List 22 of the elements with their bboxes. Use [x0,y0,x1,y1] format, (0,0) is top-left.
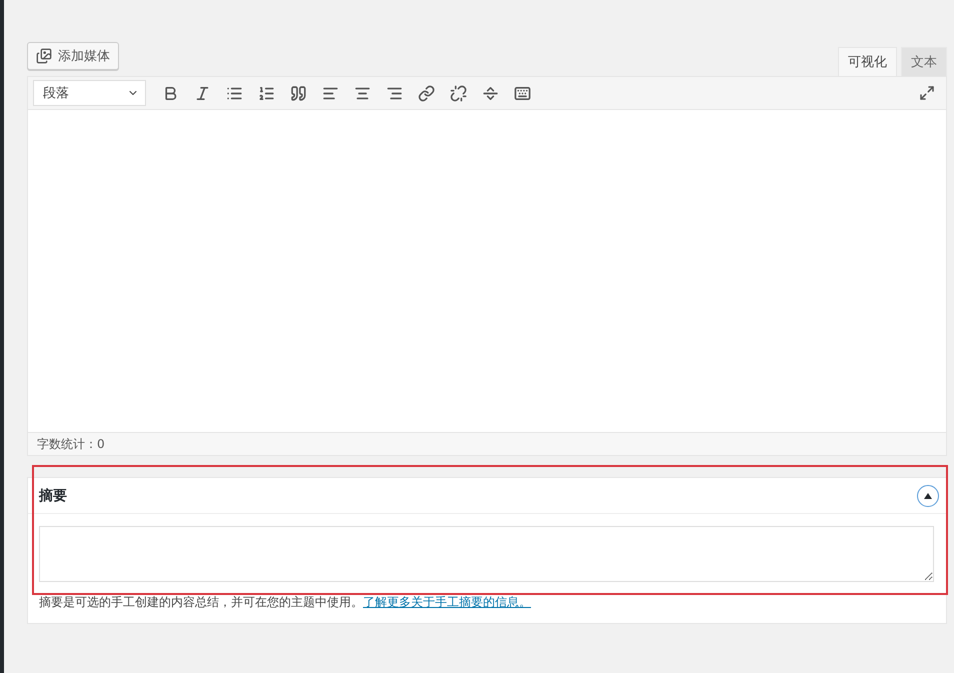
editor-tab[interactable]: 可视化 [838,47,897,76]
format-select[interactable]: 段落 [33,80,146,106]
align-left-icon [322,84,338,102]
excerpt-title: 摘要 [39,486,67,504]
quote-icon [290,84,306,102]
add-media-button[interactable]: 添加媒体 [27,42,119,70]
media-icon [36,48,52,64]
word-count: 字数统计：0 [27,432,947,456]
bulleted-list-icon [226,84,242,102]
excerpt-help-text: 摘要是可选的手工创建的内容总结，并可在您的主题中使用。了解更多关于手工摘要的信息。 [39,594,532,611]
expand-icon [919,85,935,101]
excerpt-help-link[interactable]: 了解更多关于手工摘要的信息。 [363,595,531,609]
unlink-icon [450,84,466,102]
collapse-toggle[interactable] [917,484,939,506]
numbered-list-icon [258,84,274,102]
editor-tab[interactable]: 文本 [901,47,947,76]
keyboard-icon [514,84,530,102]
separator-icon [482,84,498,102]
excerpt-field[interactable] [39,526,934,582]
align-center-icon [354,84,370,102]
link-icon [418,84,434,102]
align-right-icon [386,84,402,102]
